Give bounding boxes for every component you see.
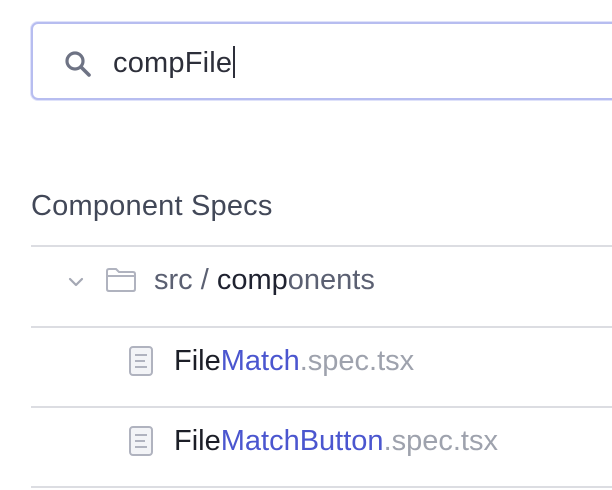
- file-extension: .spec.tsx: [299, 345, 415, 377]
- search-icon: [65, 51, 91, 77]
- chevron-down-icon[interactable]: [67, 276, 85, 288]
- file-name-match-highlight: MatchButton: [220, 425, 384, 457]
- folder-path-prefix: src /: [154, 264, 217, 296]
- divider: [31, 245, 612, 247]
- file-extension: .spec.tsx: [383, 425, 498, 457]
- file-name-match-dark: File: [174, 345, 221, 377]
- file-name: FileMatchButton.spec.tsx: [174, 423, 498, 459]
- file-name-match-dark: File: [174, 425, 221, 457]
- folder-path-rest: onents: [287, 264, 375, 296]
- file-name: FileMatch.spec.tsx: [174, 343, 414, 379]
- file-row[interactable]: FileMatch.spec.tsx: [31, 329, 612, 407]
- divider: [31, 486, 612, 488]
- folder-row[interactable]: src / components: [31, 248, 612, 326]
- search-input[interactable]: compFile: [31, 22, 612, 100]
- folder-path: src / components: [154, 262, 375, 298]
- search-query[interactable]: compFile: [113, 45, 236, 81]
- file-name-match-highlight: Match: [220, 345, 300, 377]
- search-query-text: compFile: [113, 47, 233, 79]
- divider: [31, 406, 612, 408]
- divider: [31, 326, 612, 328]
- text-caret: [233, 46, 236, 78]
- section-title: Component Specs: [31, 190, 273, 222]
- folder-path-match: comp: [216, 264, 288, 296]
- file-icon: [129, 346, 153, 376]
- file-row[interactable]: FileMatchButton.spec.tsx: [31, 409, 612, 487]
- file-icon: [129, 426, 153, 456]
- folder-icon: [106, 268, 136, 292]
- search-results-page: compFile Component Specs src / component…: [0, 0, 612, 490]
